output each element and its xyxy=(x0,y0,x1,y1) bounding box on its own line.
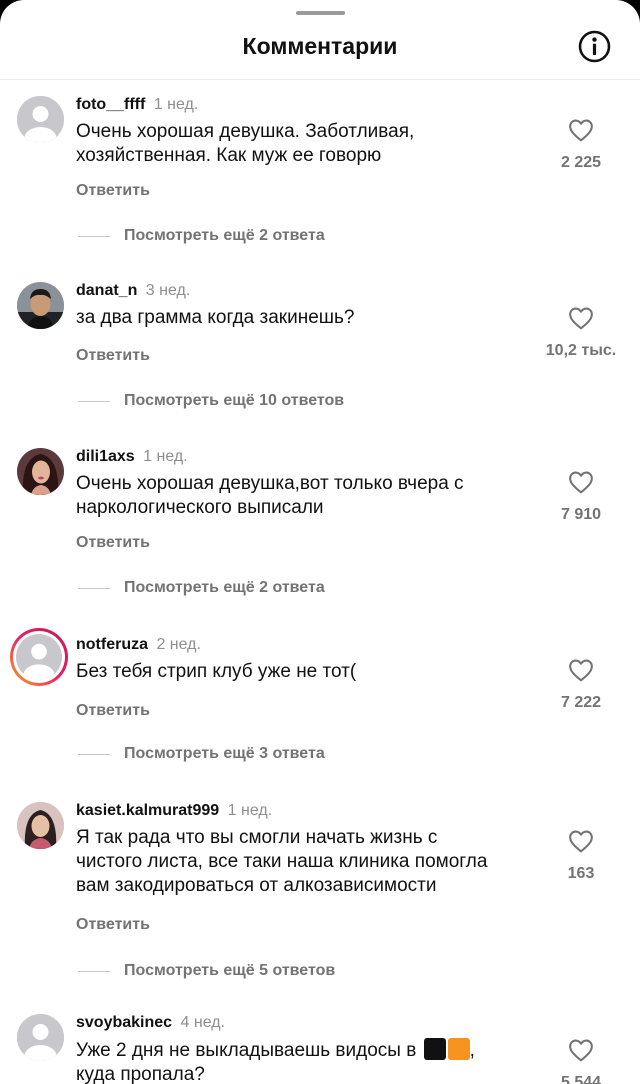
avatar[interactable] xyxy=(17,96,64,143)
username[interactable]: danat_n xyxy=(76,282,137,299)
view-replies-button[interactable]: Посмотреть ещё 10 ответов xyxy=(78,390,344,412)
like-group: 5 544 xyxy=(522,1038,640,1084)
avatar[interactable] xyxy=(17,282,64,329)
comment-meta: kasiet.kalmurat999 1 нед. xyxy=(76,802,272,820)
header: Комментарии xyxy=(0,0,640,80)
reply-button[interactable]: Ответить xyxy=(76,916,150,934)
comment-text: Очень хорошая девушка,вот только вчера с… xyxy=(76,472,556,520)
comment-meta: danat_n 3 нед. xyxy=(76,282,190,300)
avatar[interactable] xyxy=(17,448,64,495)
heart-icon[interactable] xyxy=(568,1038,594,1062)
view-replies-button[interactable]: Посмотреть ещё 2 ответа xyxy=(78,225,325,247)
avatar[interactable] xyxy=(17,802,64,849)
like-group: 7 910 xyxy=(522,470,640,524)
comment-line: Уже 2 дня не выкладываешь видосы в , xyxy=(76,1038,475,1061)
divider xyxy=(78,587,110,589)
comment-text: Я так рада что вы смогли начать жизнь с … xyxy=(76,826,556,898)
info-circle-icon[interactable] xyxy=(578,30,611,63)
comment-line: вам закодироваться от алкозависимости xyxy=(76,875,437,896)
divider xyxy=(78,235,110,237)
comments-sheet: Комментарии foto__ffff 1 нед. Очень хоро… xyxy=(0,0,640,1084)
view-replies-button[interactable]: Посмотреть ещё 2 ответа xyxy=(78,577,325,599)
comment-item: svoybakinec 4 нед. Уже 2 дня не выкладыв… xyxy=(0,998,640,1084)
page-title: Комментарии xyxy=(242,33,398,59)
view-replies-label: Посмотреть ещё 2 ответа xyxy=(124,227,325,244)
black-square-emoji xyxy=(423,1038,446,1060)
divider xyxy=(78,400,110,402)
comment-meta: foto__ffff 1 нед. xyxy=(76,96,198,114)
comment-time: 4 нед. xyxy=(180,1014,226,1031)
comment-line: куда пропала? xyxy=(76,1064,205,1084)
view-replies-button[interactable]: Посмотреть ещё 5 ответов xyxy=(78,960,335,982)
divider xyxy=(78,753,110,755)
comment-meta: svoybakinec 4 нед. xyxy=(76,1014,225,1032)
comment-meta: notferuza 2 нед. xyxy=(76,636,201,654)
like-group: 10,2 тыс. xyxy=(522,306,640,360)
comment-item: kasiet.kalmurat999 1 нед. Я так рада что… xyxy=(0,786,640,998)
heart-icon[interactable] xyxy=(568,306,594,330)
heart-icon[interactable] xyxy=(568,829,594,853)
comment-item: foto__ffff 1 нед. Очень хорошая девушка.… xyxy=(0,80,640,266)
comment-text: Без тебя стрип клуб уже не тот( xyxy=(76,660,556,684)
comment-item: notferuza 2 нед. Без тебя стрип клуб уже… xyxy=(0,620,640,786)
like-count: 10,2 тыс. xyxy=(545,342,617,359)
view-replies-button[interactable]: Посмотреть ещё 3 ответа xyxy=(78,743,325,765)
heart-icon[interactable] xyxy=(568,658,594,682)
comment-time: 1 нед. xyxy=(227,802,273,819)
avatar-story-ring[interactable] xyxy=(10,628,68,686)
like-group: 2 225 xyxy=(522,118,640,172)
reply-button[interactable]: Ответить xyxy=(76,534,150,552)
comment-time: 2 нед. xyxy=(156,636,201,653)
comment-text: Очень хорошая девушка. Заботливая, хозяй… xyxy=(76,120,556,168)
comment-line: Очень хорошая девушка,вот только вчера с xyxy=(76,473,464,494)
comment-line: Без тебя стрип клуб уже не тот( xyxy=(76,661,357,682)
comment-item: dili1axs 1 нед. Очень хорошая девушка,во… xyxy=(0,432,640,620)
like-group: 7 222 xyxy=(522,658,640,712)
comment-text: Уже 2 дня не выкладываешь видосы в , куд… xyxy=(76,1038,556,1084)
comment-time: 1 нед. xyxy=(153,96,199,113)
comment-line: наркологического выписали xyxy=(76,497,324,518)
like-count: 163 xyxy=(567,865,595,882)
reply-button[interactable]: Ответить xyxy=(76,182,150,200)
like-count: 7 910 xyxy=(560,506,602,523)
orange-square-emoji xyxy=(447,1038,470,1060)
view-replies-label: Посмотреть ещё 10 ответов xyxy=(124,392,345,409)
reply-button[interactable]: Ответить xyxy=(76,702,150,720)
comment-line: чистого листа, все таки наша клиника пом… xyxy=(76,851,488,872)
like-count: 2 225 xyxy=(560,154,602,171)
view-replies-label: Посмотреть ещё 2 ответа xyxy=(124,579,325,596)
comment-line: хозяйственная. Как муж ее говорю xyxy=(76,145,382,166)
comment-text: за два грамма когда закинешь? xyxy=(76,306,556,330)
username[interactable]: foto__ffff xyxy=(76,96,145,113)
heart-icon[interactable] xyxy=(568,470,594,494)
divider xyxy=(78,970,110,972)
comment-line-text: Уже 2 дня не выкладываешь видосы в xyxy=(76,1040,417,1061)
username[interactable]: notferuza xyxy=(76,636,148,653)
comment-list: foto__ffff 1 нед. Очень хорошая девушка.… xyxy=(0,80,640,1084)
comment-meta: dili1axs 1 нед. xyxy=(76,448,188,466)
like-count: 5 544 xyxy=(560,1074,602,1084)
username[interactable]: svoybakinec xyxy=(76,1014,172,1031)
like-count: 7 222 xyxy=(560,694,602,711)
like-group: 163 xyxy=(522,829,640,883)
comment-line: за два грамма когда закинешь? xyxy=(76,307,355,328)
view-replies-label: Посмотреть ещё 5 ответов xyxy=(124,962,336,979)
username[interactable]: kasiet.kalmurat999 xyxy=(76,802,219,819)
comment-line: Я так рада что вы смогли начать жизнь с xyxy=(76,827,438,848)
heart-icon[interactable] xyxy=(568,118,594,142)
username[interactable]: dili1axs xyxy=(76,448,135,465)
avatar[interactable] xyxy=(17,1014,64,1061)
comment-time: 1 нед. xyxy=(143,448,188,465)
comment-time: 3 нед. xyxy=(145,282,191,299)
comment-line: Очень хорошая девушка. Заботливая, xyxy=(76,121,415,142)
comment-item: danat_n 3 нед. за два грамма когда закин… xyxy=(0,266,640,432)
reply-button[interactable]: Ответить xyxy=(76,347,150,365)
view-replies-label: Посмотреть ещё 3 ответа xyxy=(124,745,325,762)
